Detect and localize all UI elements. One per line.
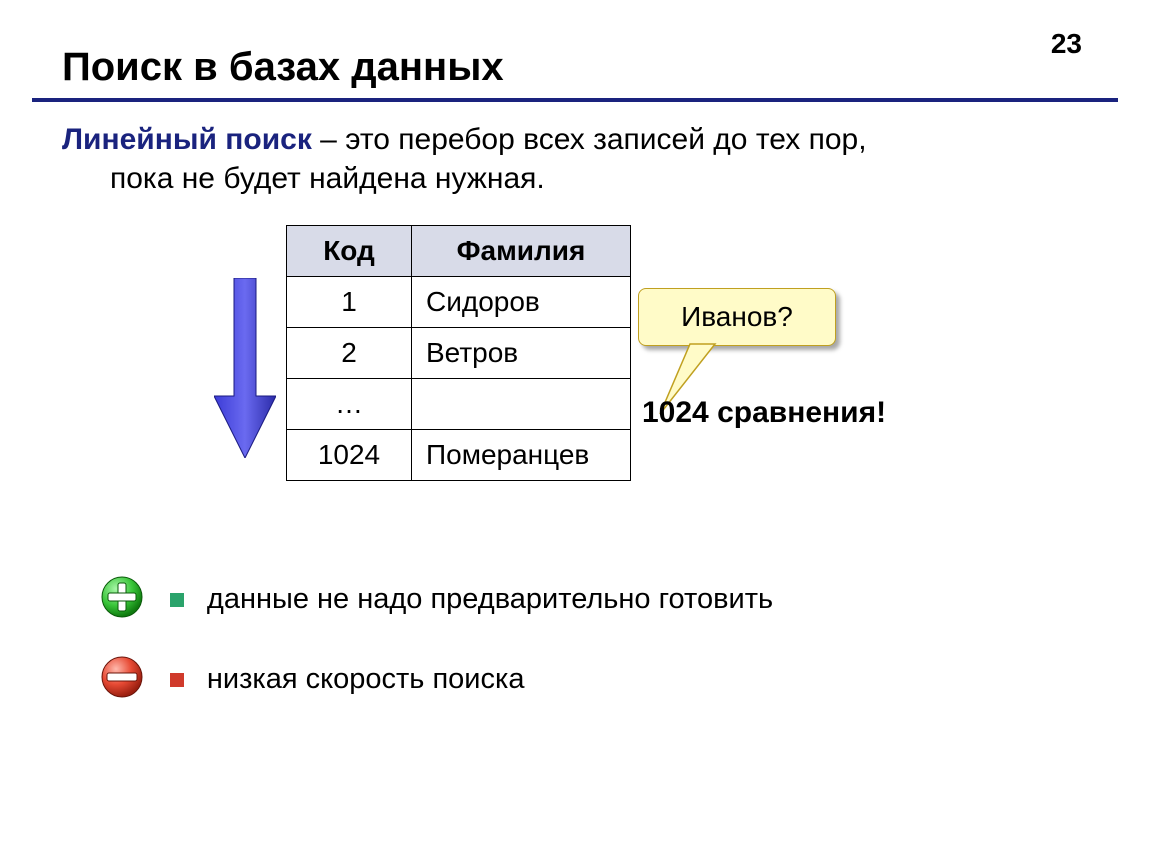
cell-code: 1024 bbox=[287, 430, 412, 481]
callout-text: Иванов? bbox=[681, 301, 793, 333]
title-rule bbox=[32, 98, 1118, 102]
cell-name: Сидоров bbox=[412, 277, 631, 328]
search-callout: Иванов? bbox=[638, 288, 836, 346]
comparisons-note: 1024 сравнения! bbox=[642, 396, 886, 430]
page-number: 23 bbox=[1051, 28, 1082, 60]
pro-point: данные не надо предварительно готовить bbox=[100, 575, 773, 624]
definition-rest2: пока не будет найдена нужная. bbox=[62, 159, 1090, 198]
cell-name bbox=[412, 379, 631, 430]
col-header-code: Код bbox=[287, 226, 412, 277]
cell-code: 2 bbox=[287, 328, 412, 379]
table-header-row: Код Фамилия bbox=[287, 226, 631, 277]
slide-title: Поиск в базах данных bbox=[62, 45, 504, 90]
table-row: 2 Ветров bbox=[287, 328, 631, 379]
plus-circle-icon bbox=[100, 575, 144, 624]
pro-text: данные не надо предварительно готовить bbox=[207, 583, 773, 615]
con-text: низкая скорость поиска bbox=[207, 663, 525, 695]
cell-code: … bbox=[287, 379, 412, 430]
data-table: Код Фамилия 1 Сидоров 2 Ветров … bbox=[286, 225, 631, 481]
bullet-icon bbox=[170, 593, 184, 607]
col-header-name: Фамилия bbox=[412, 226, 631, 277]
con-point: низкая скорость поиска bbox=[100, 655, 524, 704]
definition-term: Линейный поиск bbox=[62, 123, 312, 156]
table-row: 1024 Померанцев bbox=[287, 430, 631, 481]
table-row: 1 Сидоров bbox=[287, 277, 631, 328]
slide: 23 Поиск в базах данных Линейный поиск –… bbox=[0, 0, 1150, 864]
down-arrow-icon bbox=[214, 278, 276, 458]
definition-rest1: – это перебор всех записей до тех пор, bbox=[312, 123, 867, 156]
bullet-icon bbox=[170, 673, 184, 687]
definition-paragraph: Линейный поиск – это перебор всех записе… bbox=[62, 120, 1090, 198]
table-row: … bbox=[287, 379, 631, 430]
cell-name: Померанцев bbox=[412, 430, 631, 481]
cell-name: Ветров bbox=[412, 328, 631, 379]
cell-code: 1 bbox=[287, 277, 412, 328]
minus-circle-icon bbox=[100, 655, 144, 704]
